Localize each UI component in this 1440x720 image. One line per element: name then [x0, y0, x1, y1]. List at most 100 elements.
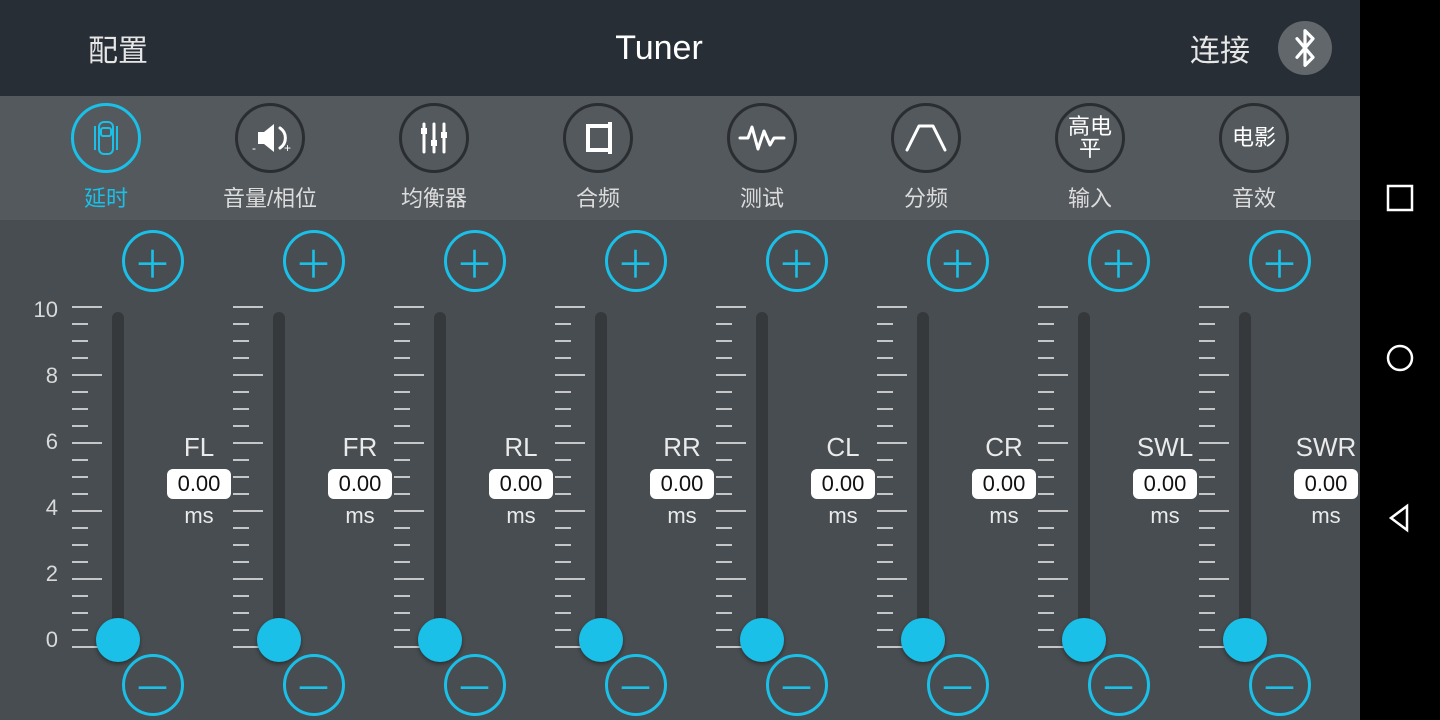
channel-unit: ms: [315, 503, 405, 529]
tab-delay[interactable]: 延时: [26, 103, 186, 213]
channel-name: RL: [476, 432, 566, 463]
combine-icon: [563, 103, 633, 173]
tab-label: 音效: [1232, 181, 1276, 213]
scale-label: 2: [46, 561, 58, 587]
channel-info: CR0.00ms: [959, 432, 1049, 529]
channel-rr: ＋ RR0.00ms －: [555, 220, 716, 720]
channel-unit: ms: [476, 503, 566, 529]
tab-label: 延时: [84, 181, 128, 213]
sliders-icon: [399, 103, 469, 173]
slider-thumb[interactable]: [740, 618, 784, 662]
channel-swr: ＋ SWR0.00ms －: [1199, 220, 1360, 720]
tab-test[interactable]: 测试: [682, 103, 842, 213]
increment-button[interactable]: ＋: [605, 230, 667, 292]
channel-info: FL 0.00 ms: [154, 432, 244, 529]
increment-button[interactable]: ＋: [283, 230, 345, 292]
recents-button[interactable]: [1385, 183, 1415, 218]
channel-value: 0.00: [811, 469, 875, 499]
channel-value: 0.00: [328, 469, 392, 499]
channel-value: 0.00: [1294, 469, 1358, 499]
input-icon: 高电平: [1055, 103, 1125, 173]
slider-thumb[interactable]: [1223, 618, 1267, 662]
connect-button[interactable]: 连接: [1190, 26, 1250, 70]
tab-sound[interactable]: 电影音效: [1174, 103, 1334, 213]
decrement-button[interactable]: －: [927, 654, 989, 716]
increment-button[interactable]: ＋: [927, 230, 989, 292]
sound-icon: 电影: [1219, 103, 1289, 173]
tab-eq[interactable]: 均衡器: [354, 103, 514, 213]
increment-button[interactable]: ＋: [1249, 230, 1311, 292]
trapezoid-icon: [891, 103, 961, 173]
header-bar: 配置 Tuner 连接: [0, 0, 1360, 96]
decrement-button[interactable]: －: [122, 654, 184, 716]
channel-info: SWL 0.00 ms: [1120, 432, 1210, 529]
channel-value: 0.00: [650, 469, 714, 499]
channel-name: CL: [798, 432, 888, 463]
channel-unit: ms: [637, 503, 727, 529]
channel-value: 0.00: [167, 469, 231, 499]
channel-name: SWR: [1281, 432, 1371, 463]
scale-label: 4: [46, 495, 58, 521]
channel-info: CL 0.00 ms: [798, 432, 888, 529]
channel-name: CR: [959, 432, 1049, 463]
tab-label: 测试: [740, 181, 784, 213]
car-icon: [71, 103, 141, 173]
decrement-button[interactable]: －: [283, 654, 345, 716]
channel-name: SWL: [1120, 432, 1210, 463]
tab-label: 均衡器: [401, 181, 467, 213]
slider-thumb[interactable]: [257, 618, 301, 662]
decrement-button[interactable]: －: [1249, 654, 1311, 716]
increment-button[interactable]: ＋: [1088, 230, 1150, 292]
channel-cl: ＋ CL0.00ms －: [716, 220, 877, 720]
delay-slider[interactable]: FR0.00ms: [233, 306, 394, 646]
channel-name: FL: [154, 432, 244, 463]
tab-xover[interactable]: 分频: [846, 103, 1006, 213]
tuner-app: 配置 Tuner 连接 延时-+音量/相位均衡器合频测试分频高电平输入电影音效 …: [0, 0, 1360, 720]
android-nav-bar: [1360, 0, 1440, 720]
channel-name: RR: [637, 432, 727, 463]
channel-unit: ms: [798, 503, 888, 529]
delay-slider[interactable]: RL0.00ms: [394, 306, 555, 646]
decrement-button[interactable]: －: [605, 654, 667, 716]
channel-fr: ＋ FR0.00ms －: [233, 220, 394, 720]
wave-icon: [727, 103, 797, 173]
scale-label: 10: [34, 297, 58, 323]
delay-slider[interactable]: SWL0.00ms: [1038, 306, 1199, 646]
channel-unit: ms: [1120, 503, 1210, 529]
svg-text:-: -: [252, 141, 256, 155]
app-title: Tuner: [615, 29, 703, 68]
increment-button[interactable]: ＋: [122, 230, 184, 292]
tab-label: 合频: [576, 181, 620, 213]
decrement-button[interactable]: －: [444, 654, 506, 716]
slider-thumb[interactable]: [418, 618, 462, 662]
bluetooth-icon[interactable]: [1278, 21, 1332, 75]
channel-cr: ＋ CR0.00ms －: [877, 220, 1038, 720]
channel-unit: ms: [154, 503, 244, 529]
increment-button[interactable]: ＋: [766, 230, 828, 292]
home-button[interactable]: [1385, 343, 1415, 378]
delay-slider[interactable]: CL0.00ms: [716, 306, 877, 646]
decrement-button[interactable]: －: [766, 654, 828, 716]
channels-panel: 1086420 ＋FL0.00ms－＋FR0.00ms－＋RL0.00ms－＋R…: [0, 220, 1360, 720]
channel-value: 0.00: [1133, 469, 1197, 499]
delay-slider[interactable]: SWR0.00ms: [1199, 306, 1360, 646]
delay-slider[interactable]: CR0.00ms: [877, 306, 1038, 646]
slider-thumb[interactable]: [901, 618, 945, 662]
tab-label: 分频: [904, 181, 948, 213]
back-button[interactable]: [1385, 503, 1415, 538]
slider-thumb[interactable]: [579, 618, 623, 662]
delay-slider[interactable]: RR0.00ms: [555, 306, 716, 646]
increment-button[interactable]: ＋: [444, 230, 506, 292]
channel-info: RR 0.00 ms: [637, 432, 727, 529]
scale-label: 8: [46, 363, 58, 389]
decrement-button[interactable]: －: [1088, 654, 1150, 716]
delay-slider[interactable]: FL0.00ms: [72, 306, 233, 646]
tab-combine[interactable]: 合频: [518, 103, 678, 213]
channel-unit: ms: [959, 503, 1049, 529]
config-button[interactable]: 配置: [88, 26, 148, 70]
channel-fl: ＋ FL0.00ms －: [72, 220, 233, 720]
slider-thumb[interactable]: [96, 618, 140, 662]
tab-volume[interactable]: -+音量/相位: [190, 103, 350, 213]
slider-thumb[interactable]: [1062, 618, 1106, 662]
tab-input[interactable]: 高电平输入: [1010, 103, 1170, 213]
